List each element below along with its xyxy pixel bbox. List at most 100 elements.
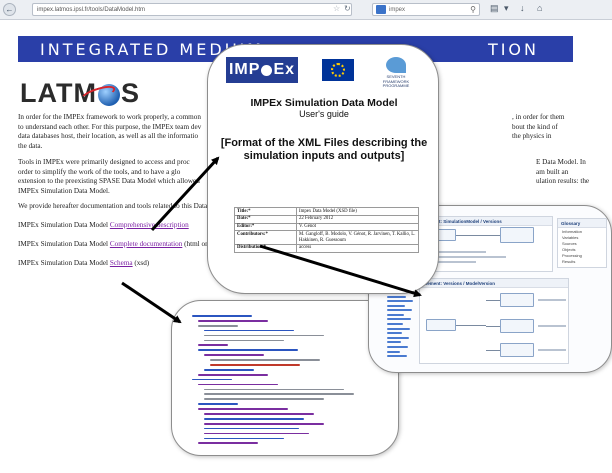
intro-paragraph-right: , in order for them bout the kind of the…: [512, 113, 602, 142]
search-icon[interactable]: ⚲: [470, 5, 476, 14]
xml-code-line: [204, 432, 309, 435]
table-row: Distribution:* access: [234, 243, 419, 253]
user-guide-preview: IMP Ex SEVENTH FRAMEWORK PROGRAMME IMPEx …: [207, 44, 439, 294]
text-line: extension to the preexisting SPASE Data …: [18, 177, 200, 186]
table-key: Editor:*: [234, 222, 297, 232]
ui-nav-item[interactable]: [387, 318, 411, 321]
ui-nav-item[interactable]: [387, 309, 412, 312]
text-line: to understand each other. For this purpo…: [18, 122, 202, 131]
ui-nav-item[interactable]: [387, 323, 403, 326]
ui-glossary-title: Glossary: [558, 219, 606, 228]
home-icon[interactable]: ⌂: [537, 3, 542, 13]
bookmarks-icon[interactable]: ▤: [490, 3, 499, 14]
ui-glossary-panel: Glossary Information Variables Sources O…: [557, 218, 607, 268]
planet-icon: [261, 64, 273, 76]
ui-node: [500, 343, 534, 357]
ui-node: [426, 319, 456, 331]
ui-node: [500, 319, 534, 333]
text-line: the data.: [18, 141, 43, 150]
xml-code-line: [210, 359, 320, 361]
address-bar[interactable]: impex.latmos.ipsl.fr/tools/DataModel.htm: [32, 3, 352, 16]
xml-code-line: [204, 354, 264, 356]
xml-code-line: [204, 388, 344, 391]
latmos-logo: LATM S: [20, 78, 140, 109]
ui-nav-item[interactable]: [387, 327, 410, 330]
glossary-item[interactable]: Sources: [562, 241, 577, 246]
xml-code-line: [198, 344, 228, 347]
logo-text-right: S: [120, 78, 140, 108]
fp7-logo: SEVENTH FRAMEWORK PROGRAMME: [376, 57, 416, 88]
xml-code-line: [204, 437, 284, 440]
table-key: Contributors:*: [234, 230, 297, 245]
table-value: Impex Data Model (XSD file): [296, 207, 419, 216]
intro-paragraph-left: In order for the IMPEx framework to work…: [18, 113, 218, 151]
tools-paragraph-right: E Data Model. In am built an ulation res…: [536, 158, 606, 187]
table-value: 22 February 2012: [296, 214, 419, 224]
tools-paragraph-left: Tools in IMPEx were primarily designed t…: [18, 158, 218, 196]
star-icon[interactable]: ☆: [333, 4, 340, 13]
ui-nav-item[interactable]: [387, 300, 413, 303]
link-prefix: IMPEx Simulation Data Model: [18, 259, 110, 267]
ui-connector: [486, 326, 500, 327]
ui-nav-item[interactable]: [387, 341, 401, 344]
comprehensive-description-link[interactable]: Comprehensive description: [110, 221, 189, 229]
schema-link[interactable]: Schema: [110, 259, 133, 267]
xml-schema-preview: [171, 300, 399, 456]
search-engine-icon[interactable]: [376, 5, 386, 14]
banner-title-right: TION: [487, 39, 539, 59]
text-line: , in order for them: [512, 113, 565, 121]
text-line: We provide hereafter documentation and t…: [18, 202, 208, 210]
ui-text-line: [538, 299, 566, 301]
ui-nav-item[interactable]: [387, 332, 402, 335]
reload-icon[interactable]: ↻: [344, 4, 351, 13]
ui-nav-item[interactable]: [387, 350, 400, 353]
text-line: order to simplify the work of the tools,…: [18, 167, 181, 176]
glossary-item[interactable]: Variables: [562, 235, 578, 240]
text-line: bout the kind of: [512, 122, 558, 131]
table-key: Title:*: [234, 207, 297, 216]
ui-nav-item[interactable]: [387, 304, 405, 307]
link-row-description: IMPEx Simulation Data Model Comprehensiv…: [18, 221, 238, 231]
ui-text-line: [538, 325, 566, 327]
xml-code-line: [198, 408, 288, 410]
back-icon[interactable]: ←: [3, 3, 16, 16]
download-icon[interactable]: ↓: [520, 3, 525, 13]
table-value: access: [296, 243, 419, 253]
ui-node: [500, 227, 534, 243]
glossary-item[interactable]: Objects: [562, 247, 576, 252]
text-line: Tools in IMPEx were primarily designed t…: [18, 158, 190, 166]
xml-code-line: [204, 413, 314, 415]
glossary-item[interactable]: Information: [562, 229, 582, 234]
fp7-mark-icon: [386, 57, 406, 73]
text-line: data databases host, their location, as …: [18, 132, 199, 141]
text-line: ulation results: the: [536, 177, 590, 186]
impex-logo-suffix: Ex: [273, 61, 296, 78]
xml-code-line: [204, 422, 324, 425]
ui-nav-item[interactable]: [387, 295, 406, 298]
text-line: In order for the IMPEx framework to work…: [18, 113, 201, 121]
fp7-logo-text: SEVENTH FRAMEWORK PROGRAMME: [382, 74, 410, 88]
ui-panel-modelversion-title: Element: Versions / ModelVersion: [420, 279, 568, 288]
doc-logos: IMP Ex SEVENTH FRAMEWORK PROGRAMME: [226, 57, 426, 89]
ui-nav-item[interactable]: [387, 313, 404, 316]
glossary-item[interactable]: Processing: [562, 253, 582, 258]
doc-metadata-table: Title:* Impex Data Model (XSD file) Date:…: [234, 207, 419, 253]
xml-code-line: [198, 324, 238, 327]
xml-code-line: [198, 383, 278, 386]
search-input[interactable]: impex ⚲: [372, 3, 480, 16]
bookmarks-menu-icon[interactable]: ▾: [504, 3, 509, 14]
link-prefix: IMPEx Simulation Data Model: [18, 221, 110, 229]
impex-logo: IMP Ex: [226, 57, 298, 83]
arrow-to-xml-schema: [121, 281, 182, 324]
ui-nav-item[interactable]: [387, 346, 408, 349]
browser-window: ← impex.latmos.ipsl.fr/tools/DataModel.h…: [0, 0, 612, 473]
table-value: M. Gangloff, B. Modolo, V. Génot, R. Jar…: [296, 230, 419, 245]
ui-nav-item[interactable]: [387, 336, 409, 339]
xml-code-line: [204, 329, 294, 332]
glossary-item[interactable]: Results: [562, 259, 575, 264]
ui-node: [500, 293, 534, 307]
complete-documentation-link[interactable]: Complete documentation: [110, 240, 182, 248]
ui-nav-item[interactable]: [387, 355, 407, 358]
address-url: impex.latmos.ipsl.fr/tools/DataModel.htm: [37, 6, 146, 13]
table-key: Distribution:*: [234, 243, 297, 253]
